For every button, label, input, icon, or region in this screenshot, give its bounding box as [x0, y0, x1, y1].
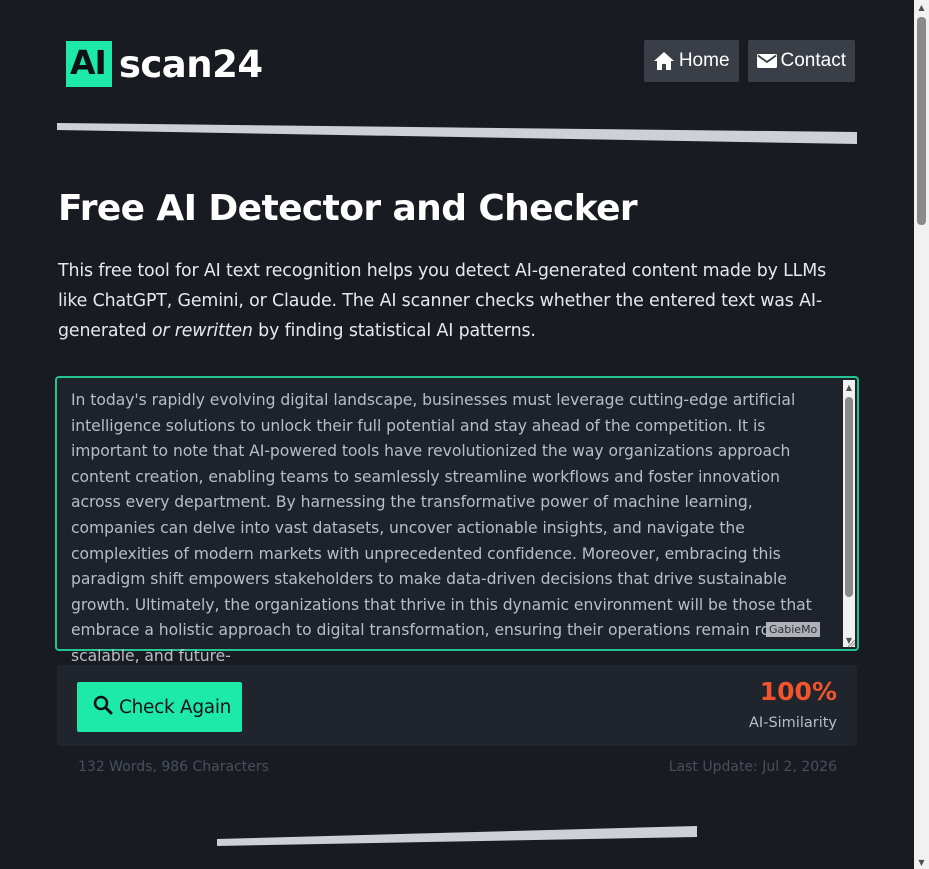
divider-bottom [217, 826, 697, 846]
ai-score-label: AI-Similarity [749, 715, 837, 731]
home-icon [653, 51, 675, 71]
textarea-scrollbar[interactable]: ▲ ▼ [843, 380, 855, 647]
check-again-button[interactable]: Check Again [77, 682, 242, 732]
nav-home-label: Home [678, 50, 730, 71]
site-logo[interactable]: AI scan24 [66, 39, 263, 89]
page-title: Free AI Detector and Checker [58, 188, 638, 229]
nav-contact-button[interactable]: Contact [747, 40, 855, 82]
ai-score-value: 100% [759, 677, 837, 706]
intro-text-end: by finding statistical AI patterns. [252, 321, 536, 341]
page-scroll-thumb[interactable] [917, 17, 926, 225]
scroll-up-arrow-icon[interactable]: ▲ [843, 380, 855, 394]
logo-text: scan24 [118, 42, 263, 86]
intro-emphasis: or rewritten [151, 321, 253, 341]
textarea-scroll-thumb[interactable] [845, 397, 853, 597]
watermark-badge: GabieMo [766, 622, 821, 637]
word-character-count: 132 Words, 986 Characters [78, 759, 269, 775]
page-scroll-up-arrow-icon[interactable]: ▲ [914, 0, 929, 14]
text-input-content[interactable]: In today's rapidly evolving digital land… [71, 388, 831, 670]
result-bar: Check Again 100% AI-Similarity [57, 665, 857, 746]
page-scroll-down-arrow-icon[interactable]: ▼ [914, 855, 929, 869]
divider-top [57, 123, 857, 144]
nav-home-button[interactable]: Home [643, 40, 739, 82]
main-nav: Home Contact [643, 40, 855, 82]
page-scrollbar[interactable]: ▲ ▼ [914, 0, 929, 869]
envelope-icon [756, 53, 777, 69]
logo-mark: AI [66, 41, 112, 87]
resize-grip-icon[interactable] [846, 638, 856, 648]
intro-paragraph: This free tool for AI text recognition h… [58, 256, 858, 346]
check-again-label: Check Again [119, 696, 232, 718]
last-update-text: Last Update: Jul 2, 2026 [668, 759, 837, 775]
text-input-area[interactable]: In today's rapidly evolving digital land… [55, 376, 859, 665]
nav-contact-label: Contact [780, 50, 846, 71]
search-icon [93, 695, 113, 720]
